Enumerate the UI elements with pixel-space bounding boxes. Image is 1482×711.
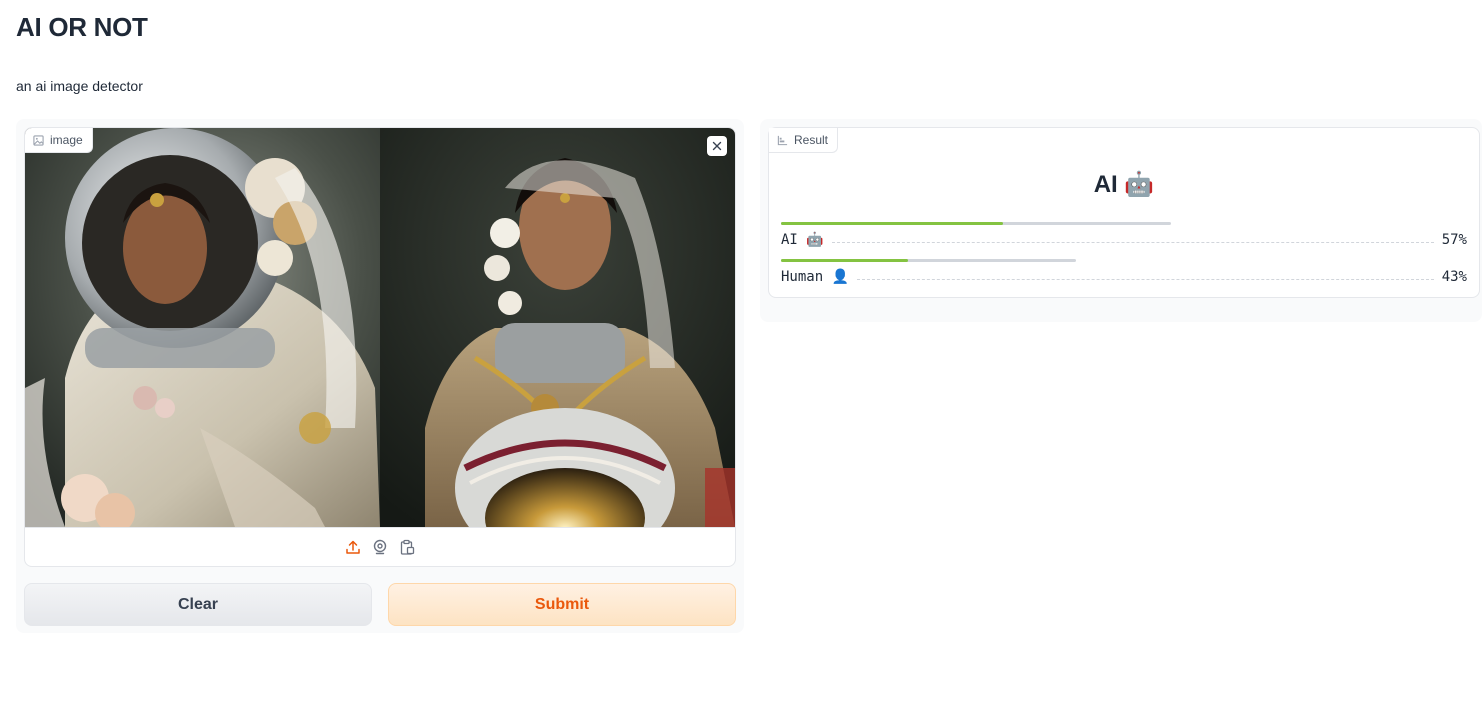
- confidence-track: [781, 259, 1076, 262]
- output-panel: Result AI 🤖 AI 🤖 57% Human 👤 43%: [760, 119, 1482, 322]
- image-icon: [33, 134, 44, 146]
- confidence-fill: [781, 222, 1004, 225]
- close-icon[interactable]: [707, 136, 727, 156]
- chart-icon: [777, 135, 788, 145]
- page-title: AI OR NOT: [16, 12, 148, 42]
- leader-dots: [831, 241, 1434, 243]
- image-input-label: image: [25, 128, 93, 153]
- clipboard-icon[interactable]: [398, 538, 416, 556]
- confidence-track: [781, 222, 1171, 225]
- confidence-row[interactable]: Human 👤 43%: [781, 259, 1467, 299]
- result-label-text: Result: [794, 133, 829, 147]
- uploaded-image: [25, 128, 735, 527]
- upload-icon[interactable]: [344, 538, 362, 556]
- confidence-percent: 57%: [1441, 232, 1467, 248]
- input-panel: image Clear Submit: [16, 119, 744, 633]
- image-label-text: image: [50, 133, 83, 147]
- page-description: an ai image detector: [16, 78, 143, 94]
- webcam-icon[interactable]: [371, 538, 389, 556]
- submit-button[interactable]: Submit: [388, 583, 736, 626]
- confidence-label: Human 👤: [781, 269, 850, 285]
- leader-dots: [857, 278, 1434, 280]
- image-input[interactable]: image: [24, 127, 736, 567]
- confidence-row[interactable]: AI 🤖 57%: [781, 222, 1467, 262]
- top-prediction: AI 🤖: [1093, 171, 1155, 198]
- confidence-percent: 43%: [1441, 269, 1467, 285]
- confidence-fill: [781, 259, 908, 262]
- clear-button[interactable]: Clear: [24, 583, 372, 626]
- confidence-label: AI 🤖: [781, 232, 824, 248]
- image-preview: [25, 128, 735, 527]
- result-block-label: Result: [769, 128, 839, 153]
- source-selector: [25, 527, 735, 566]
- result-label-output: Result AI 🤖 AI 🤖 57% Human 👤 43%: [768, 127, 1480, 298]
